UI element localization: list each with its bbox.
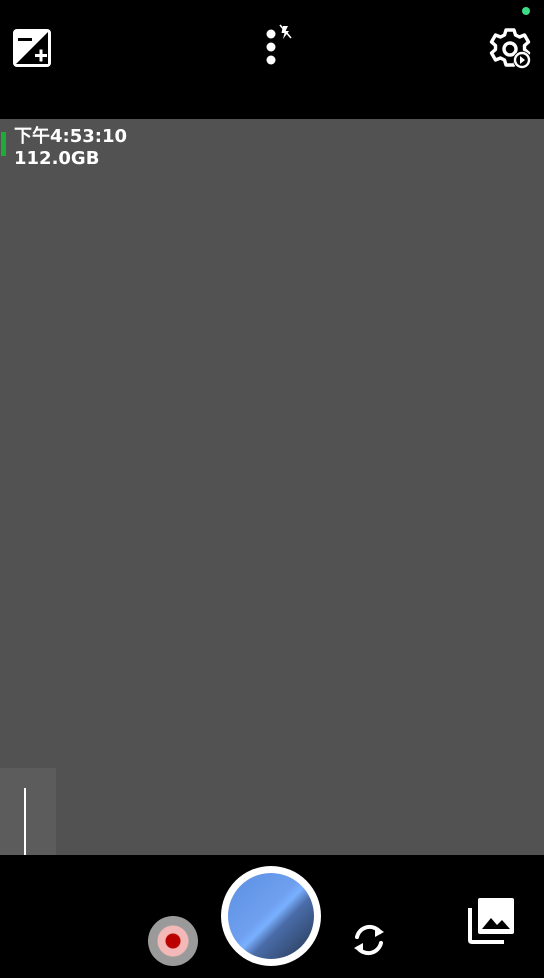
clock-text: 下午4:53:10 <box>14 126 128 147</box>
status-info: 下午4:53:10 112.0GB <box>14 126 127 170</box>
settings-icon[interactable] <box>486 26 534 72</box>
shutter-inner <box>228 873 314 959</box>
status-dot <box>522 7 530 15</box>
switch-camera-icon[interactable] <box>349 920 389 960</box>
zoom-panel <box>0 768 56 855</box>
shutter-button[interactable] <box>221 866 321 966</box>
battery-indicator <box>1 132 6 156</box>
record-button[interactable] <box>148 916 198 966</box>
storage-text: 112.0GB <box>14 148 100 169</box>
more-options-icon[interactable] <box>258 22 298 66</box>
exposure-icon[interactable] <box>10 26 54 70</box>
camera-preview[interactable] <box>0 119 544 855</box>
gallery-icon[interactable] <box>466 894 518 946</box>
